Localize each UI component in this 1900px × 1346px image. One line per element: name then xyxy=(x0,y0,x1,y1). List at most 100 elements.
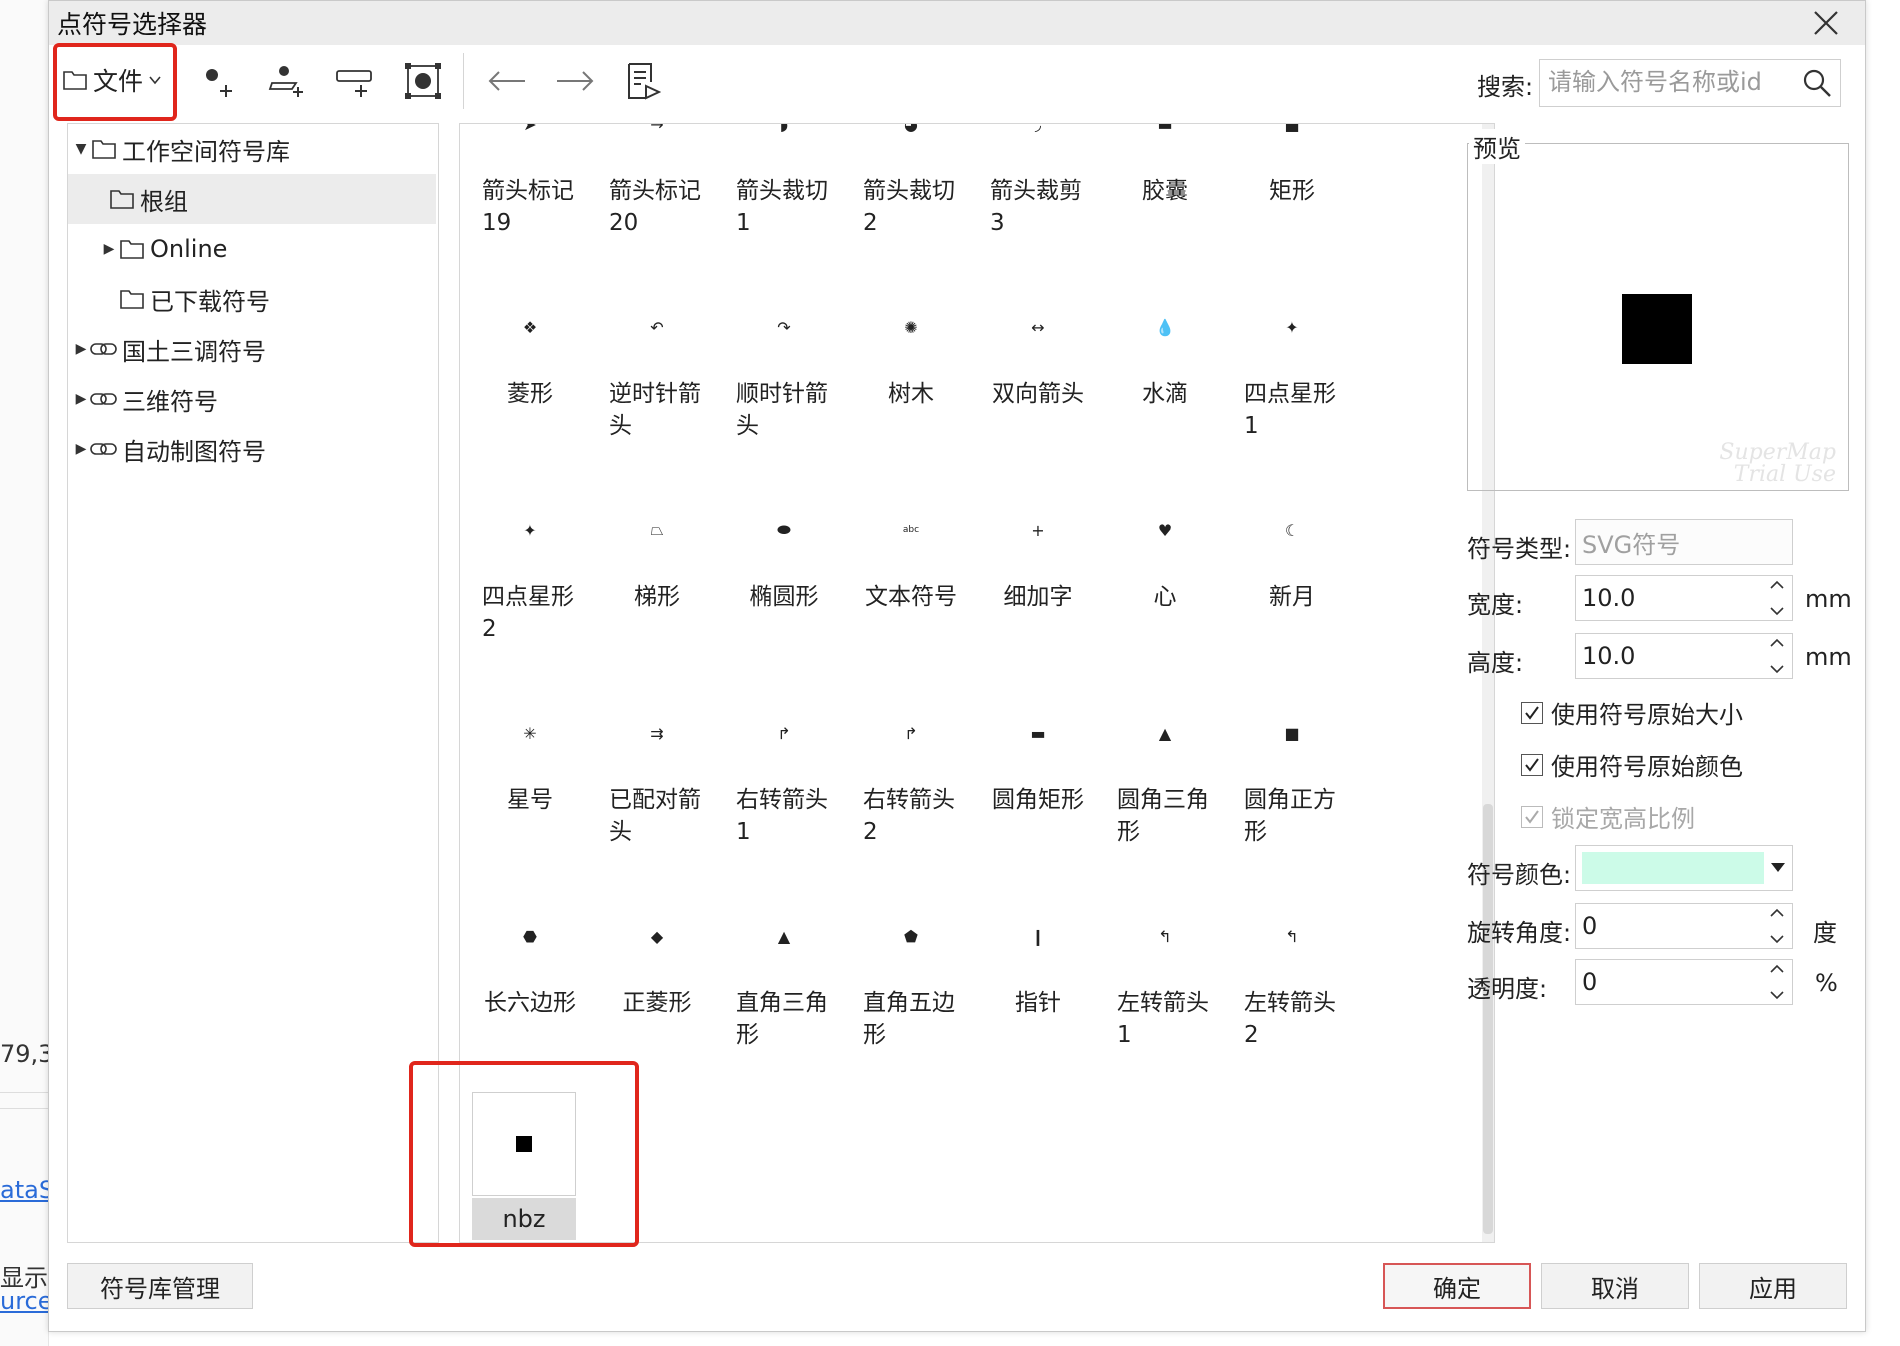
file-menu-button[interactable]: 文件 xyxy=(63,51,163,109)
symbol-cell[interactable]: → 箭头标记20 xyxy=(597,124,717,289)
symbol-thumbnail-icon: ♥ xyxy=(1157,520,1173,540)
use-original-color-checkbox[interactable]: 使用符号原始颜色 xyxy=(1521,747,1743,782)
ok-button[interactable]: 确定 xyxy=(1383,1263,1531,1309)
opacity-label: 透明度: xyxy=(1467,975,1548,1003)
symbol-cell[interactable]: ↱ 右转箭头1 xyxy=(724,708,844,898)
symbol-cell[interactable]: ✦ 四点星形2 xyxy=(470,505,590,695)
symbol-extent-button[interactable] xyxy=(401,59,445,103)
symbol-cell[interactable]: ✺ 树木 xyxy=(851,302,971,492)
tree-item-workspace-library[interactable]: ▼ 工作空间符号库 xyxy=(72,124,434,174)
height-spinner[interactable] xyxy=(1766,638,1788,674)
symbol-cell[interactable]: abc 文本符号 xyxy=(851,505,971,695)
symbol-label: 矩形 xyxy=(1269,178,1315,204)
caret-collapsed-icon[interactable]: ▶ xyxy=(72,441,90,457)
symbol-label: 逆时针箭头 xyxy=(609,381,701,439)
symbol-cell[interactable]: ▬ 胶囊 xyxy=(1105,124,1225,289)
custom-symbol-label[interactable]: nbz xyxy=(472,1198,576,1240)
symbol-cell[interactable]: ♥ 心 xyxy=(1105,505,1225,695)
width-spinner[interactable] xyxy=(1766,580,1788,616)
add-point-symbol-button[interactable] xyxy=(197,59,241,103)
close-button[interactable] xyxy=(1807,5,1845,41)
caret-collapsed-icon[interactable]: ▶ xyxy=(72,341,90,357)
symbol-cell[interactable]: ⬣ 长六边形 xyxy=(470,911,590,1101)
chevron-up-icon[interactable] xyxy=(1770,580,1784,590)
symbol-cell[interactable]: ■ 矩形 xyxy=(1232,124,1352,289)
symbol-cell[interactable]: ↱ 右转箭头2 xyxy=(851,708,971,898)
symbol-cell[interactable]: ❙ 指针 xyxy=(978,911,1098,1101)
symbol-cell[interactable]: ◗ 箭头裁切1 xyxy=(724,124,844,289)
symbol-cell[interactable]: ↶ 逆时针箭头 xyxy=(597,302,717,492)
symbol-cell[interactable]: ✳ 星号 xyxy=(470,708,590,898)
symbol-cell[interactable]: ↰ 左转箭头2 xyxy=(1232,911,1352,1101)
checkbox-box[interactable] xyxy=(1521,753,1543,776)
caret-collapsed-icon[interactable]: ▶ xyxy=(72,391,90,407)
height-spinbox[interactable]: 10.0 xyxy=(1575,633,1793,679)
symbol-thumbnail-icon: ■ xyxy=(1284,723,1300,743)
symbol-color-picker[interactable] xyxy=(1575,845,1793,891)
rotation-spinbox[interactable]: 0 xyxy=(1575,903,1793,949)
symbol-cell[interactable]: ⬟ 直角五边形 xyxy=(851,911,971,1101)
preview-symbol xyxy=(1622,294,1692,364)
tree-item-auto-mapping[interactable]: ▶ 自动制图符号 xyxy=(72,424,266,474)
tree-item-root-group[interactable]: 根组 xyxy=(68,174,436,224)
symbol-cell[interactable]: ↔ 双向箭头 xyxy=(978,302,1098,492)
symbol-cell[interactable]: ⇉ 已配对箭头 xyxy=(597,708,717,898)
symbol-cell[interactable]: ▲ 直角三角形 xyxy=(724,911,844,1101)
link-icon xyxy=(90,335,118,363)
tree-item-land-survey[interactable]: ▶ 国土三调符号 xyxy=(72,324,266,374)
tree-item-3d-symbols[interactable]: ▶ 三维符号 xyxy=(72,374,218,424)
symbol-cell[interactable]: ↷ 顺时针箭头 xyxy=(724,302,844,492)
color-swatch[interactable] xyxy=(1582,852,1764,884)
symbol-cell[interactable]: ■ 圆角正方形 xyxy=(1232,708,1352,898)
opacity-spinner[interactable] xyxy=(1766,964,1788,1000)
symbol-cell[interactable]: + 细加字 xyxy=(978,505,1098,695)
chevron-up-icon[interactable] xyxy=(1770,908,1784,918)
background-link[interactable]: urce xyxy=(0,1287,53,1315)
width-spinbox[interactable]: 10.0 xyxy=(1575,575,1793,621)
chevron-up-icon[interactable] xyxy=(1770,964,1784,974)
symbol-cell[interactable]: ◆ 正菱形 xyxy=(597,911,717,1101)
symbol-library-manage-button[interactable]: 符号库管理 xyxy=(67,1263,253,1309)
add-point-layer-button[interactable] xyxy=(265,59,309,103)
symbol-cell[interactable]: ✦ 四点星形1 xyxy=(1232,302,1352,492)
chevron-down-icon[interactable] xyxy=(1770,664,1784,674)
opacity-spinbox[interactable]: 0 xyxy=(1575,959,1793,1005)
forward-button[interactable] xyxy=(553,59,597,103)
symbol-label: 新月 xyxy=(1269,584,1315,610)
checkbox-box[interactable] xyxy=(1521,701,1543,724)
caret-collapsed-icon[interactable]: ▶ xyxy=(100,241,118,257)
symbol-cell[interactable]: ➤ 箭头标记19 xyxy=(470,124,590,289)
dropdown-arrow-icon[interactable] xyxy=(1768,856,1788,880)
chevron-down-icon[interactable] xyxy=(1770,934,1784,944)
symbol-cell[interactable]: ◕ 箭头裁切2 xyxy=(851,124,971,289)
symbol-info-button[interactable] xyxy=(621,59,665,103)
symbol-label: 双向箭头 xyxy=(992,381,1084,407)
symbol-cell[interactable]: ↰ 左转箭头1 xyxy=(1105,911,1225,1101)
tree-item-online[interactable]: ▶ Online xyxy=(100,224,228,274)
symbol-cell[interactable]: ⬬ 椭圆形 xyxy=(724,505,844,695)
use-original-size-checkbox[interactable]: 使用符号原始大小 xyxy=(1521,695,1743,730)
cancel-button[interactable]: 取消 xyxy=(1541,1263,1689,1309)
tree-item-downloaded[interactable]: 已下载符号 xyxy=(118,274,270,324)
symbol-cell[interactable]: ⏢ 梯形 xyxy=(597,505,717,695)
symbol-label: 箭头裁切1 xyxy=(736,178,828,236)
search-input[interactable] xyxy=(1546,60,1790,104)
search-icon[interactable] xyxy=(1802,68,1832,98)
toolbar-separator xyxy=(463,53,464,109)
chevron-down-icon[interactable] xyxy=(1770,606,1784,616)
symbol-cell[interactable]: 💧 水滴 xyxy=(1105,302,1225,492)
chevron-up-icon[interactable] xyxy=(1770,638,1784,648)
symbol-cell[interactable]: ◞ 箭头裁剪3 xyxy=(978,124,1098,289)
caret-expanded-icon[interactable]: ▼ xyxy=(72,141,90,157)
back-button[interactable] xyxy=(485,59,529,103)
rotation-spinner[interactable] xyxy=(1766,908,1788,944)
symbol-cell[interactable]: ▲ 圆角三角形 xyxy=(1105,708,1225,898)
background-link[interactable]: ataS xyxy=(0,1176,54,1204)
add-line-symbol-button[interactable] xyxy=(333,59,377,103)
symbol-cell[interactable]: ❖ 菱形 xyxy=(470,302,590,492)
chevron-down-icon[interactable] xyxy=(1770,990,1784,1000)
symbol-cell[interactable]: ☾ 新月 xyxy=(1232,505,1352,695)
apply-button[interactable]: 应用 xyxy=(1699,1263,1847,1309)
custom-symbol-thumbnail[interactable] xyxy=(472,1092,576,1196)
symbol-cell[interactable]: ▬ 圆角矩形 xyxy=(978,708,1098,898)
